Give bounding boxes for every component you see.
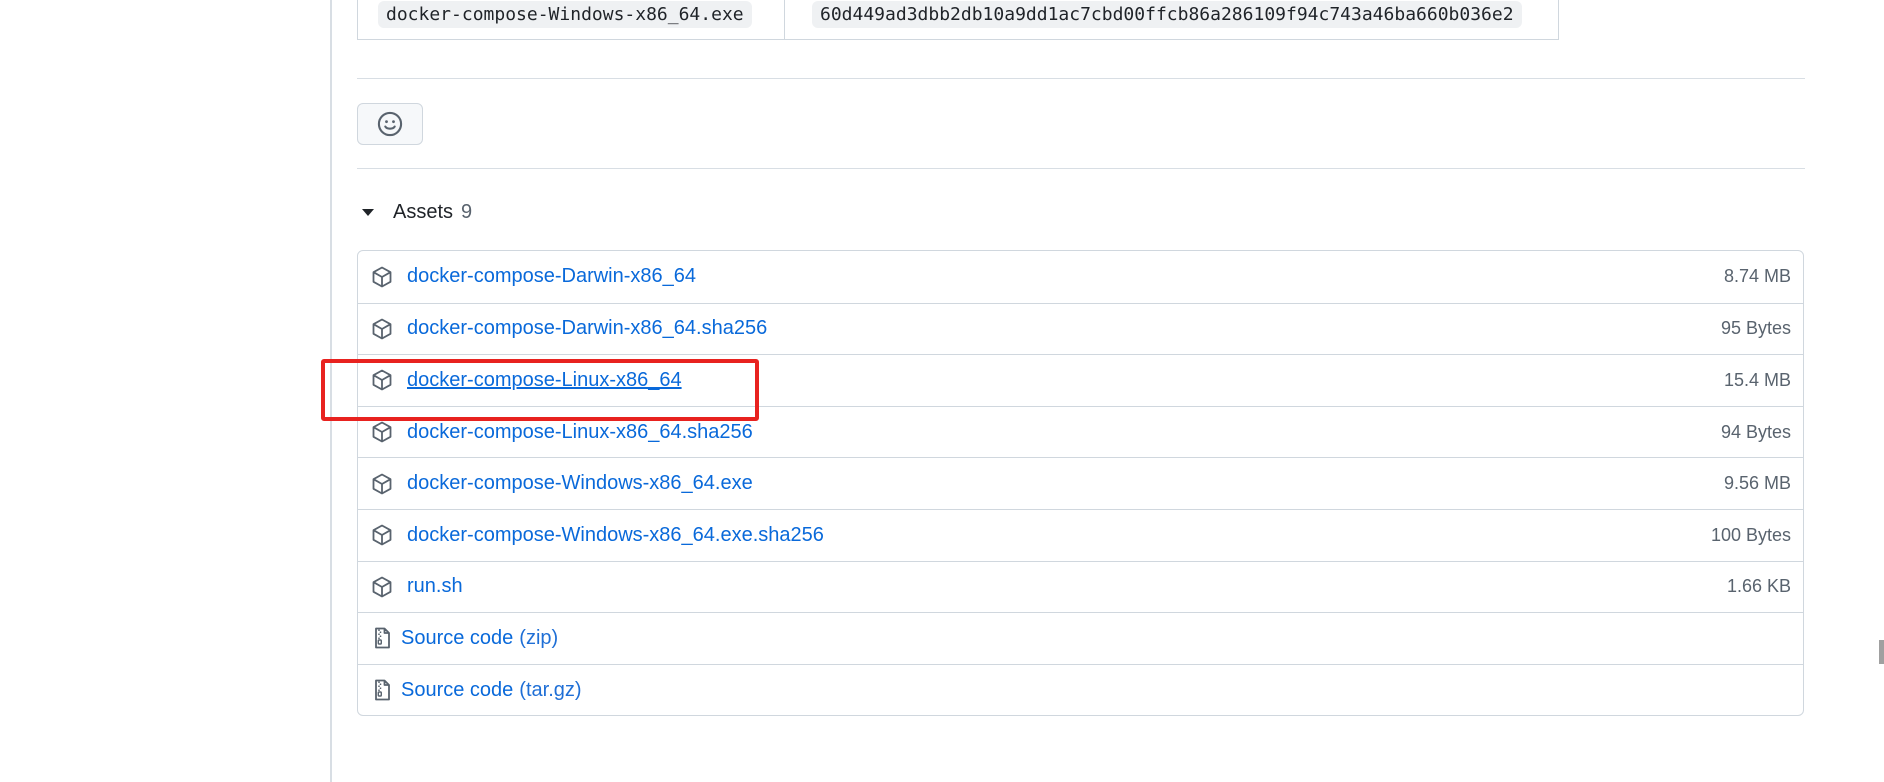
package-icon: [370, 523, 394, 547]
assets-title: Assets: [393, 200, 454, 223]
asset-row: docker-compose-Windows-x86_64.exe 9.56 M…: [358, 457, 1803, 509]
package-icon: [370, 265, 394, 289]
file-zip-icon: [370, 626, 394, 650]
source-code-format: (tar.gz): [519, 678, 582, 701]
asset-size: 94 Bytes: [1720, 421, 1791, 442]
asset-size: 100 Bytes: [1710, 524, 1791, 545]
file-zip-icon: [370, 678, 394, 702]
assets-toggle[interactable]: Assets 9: [357, 196, 472, 228]
scrollbar-thumb[interactable]: [1879, 640, 1884, 664]
caret-down-icon: [362, 208, 374, 216]
checksum-file-name: docker-compose-Windows-x86_64.exe: [378, 1, 752, 28]
package-icon: [370, 575, 394, 599]
asset-link[interactable]: docker-compose-Darwin-x86_64.sha256: [407, 317, 767, 340]
left-divider: [330, 0, 332, 782]
asset-link[interactable]: docker-compose-Windows-x86_64.exe.sha256: [407, 524, 824, 547]
asset-row: docker-compose-Linux-x86_64 15.4 MB: [358, 354, 1803, 406]
source-code-format: (zip): [519, 626, 559, 649]
checksum-hash: 60d449ad3dbb2db10a9dd1ac7cbd00ffcb86a286…: [812, 1, 1522, 28]
asset-link[interactable]: docker-compose-Windows-x86_64.exe: [407, 472, 753, 495]
package-icon: [370, 317, 394, 341]
asset-size: 95 Bytes: [1720, 318, 1791, 339]
asset-size: 1.66 KB: [1726, 576, 1791, 597]
add-reaction-button[interactable]: [357, 103, 423, 145]
assets-count: 9: [461, 200, 473, 223]
asset-list: docker-compose-Darwin-x86_64 8.74 MB doc…: [357, 250, 1804, 717]
source-code-targz-link[interactable]: Source code: [401, 679, 513, 702]
asset-row: docker-compose-Darwin-x86_64.sha256 95 B…: [358, 302, 1803, 355]
asset-link[interactable]: docker-compose-Linux-x86_64: [407, 369, 682, 392]
smiley-icon: [377, 111, 403, 137]
source-code-label: Source code: [401, 678, 514, 701]
divider: [357, 78, 1805, 79]
asset-link[interactable]: run.sh: [407, 575, 463, 598]
source-code-label: Source code: [401, 626, 514, 649]
asset-row: docker-compose-Linux-x86_64.sha256 94 By…: [358, 405, 1803, 458]
release-page: docker-compose-Windows-x86_64.exe 60d449…: [0, 0, 1884, 782]
divider: [357, 168, 1805, 169]
asset-size: 8.74 MB: [1723, 266, 1791, 287]
source-code-row: Source code (tar.gz): [358, 663, 1803, 716]
asset-row: docker-compose-Windows-x86_64.exe.sha256…: [358, 508, 1803, 561]
asset-link[interactable]: docker-compose-Linux-x86_64.sha256: [407, 421, 753, 444]
asset-row: docker-compose-Darwin-x86_64 8.74 MB: [358, 251, 1803, 303]
package-icon: [370, 472, 394, 496]
source-code-zip-link[interactable]: Source code: [401, 627, 513, 650]
source-code-row: Source code (zip): [358, 612, 1803, 664]
asset-row: run.sh 1.66 KB: [358, 560, 1803, 613]
package-icon: [370, 368, 394, 392]
asset-link[interactable]: docker-compose-Darwin-x86_64: [407, 265, 696, 288]
package-icon: [370, 420, 394, 444]
checksum-table-row: docker-compose-Windows-x86_64.exe 60d449…: [357, 0, 1559, 40]
asset-size: 15.4 MB: [1723, 369, 1791, 390]
asset-size: 9.56 MB: [1723, 473, 1791, 494]
